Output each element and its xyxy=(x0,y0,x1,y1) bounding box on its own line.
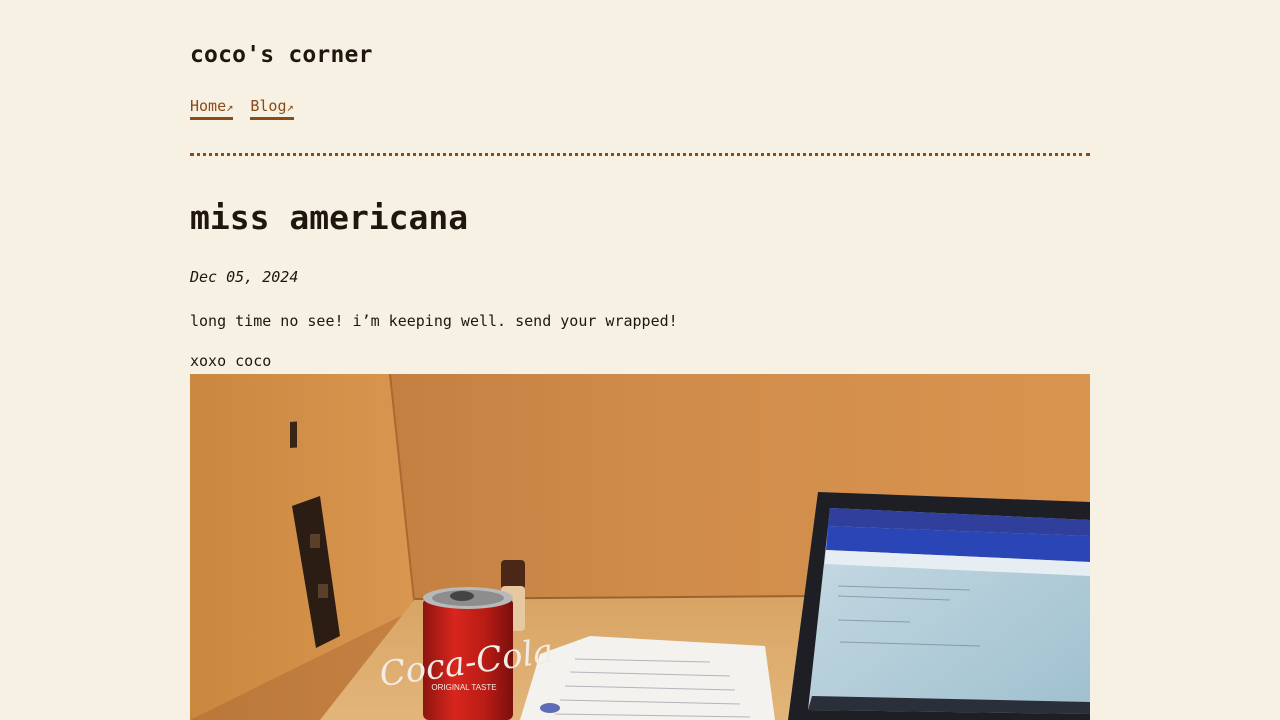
nav-link-home-label: Home xyxy=(190,97,227,115)
nav-link-home[interactable]: Home↗ xyxy=(190,96,234,120)
post-photo[interactable]: Coca-Cola ORIGINAL TASTE xyxy=(190,374,1090,720)
can-subtext: ORIGINAL TASTE xyxy=(431,683,496,692)
post-body-text: long time no see! i’m keeping well. send… xyxy=(190,312,678,330)
site-title[interactable]: coco's corner xyxy=(190,42,373,68)
desk-photo-illustration: Coca-Cola ORIGINAL TASTE xyxy=(190,374,1090,720)
paper-sheet xyxy=(520,636,775,720)
external-arrow-icon: ↗ xyxy=(286,100,294,114)
post-title: miss americana xyxy=(190,198,469,237)
post-date: Dec 05, 2024 xyxy=(190,268,299,286)
laptop xyxy=(788,492,1090,720)
site-nav: Home↗ Blog↗ xyxy=(190,96,294,120)
external-arrow-icon: ↗ xyxy=(226,100,234,114)
post-signoff: xoxo coco xyxy=(190,352,272,370)
nav-link-blog[interactable]: Blog↗ xyxy=(250,96,294,120)
header-divider xyxy=(190,153,1090,156)
nav-link-blog-label: Blog xyxy=(250,97,287,115)
